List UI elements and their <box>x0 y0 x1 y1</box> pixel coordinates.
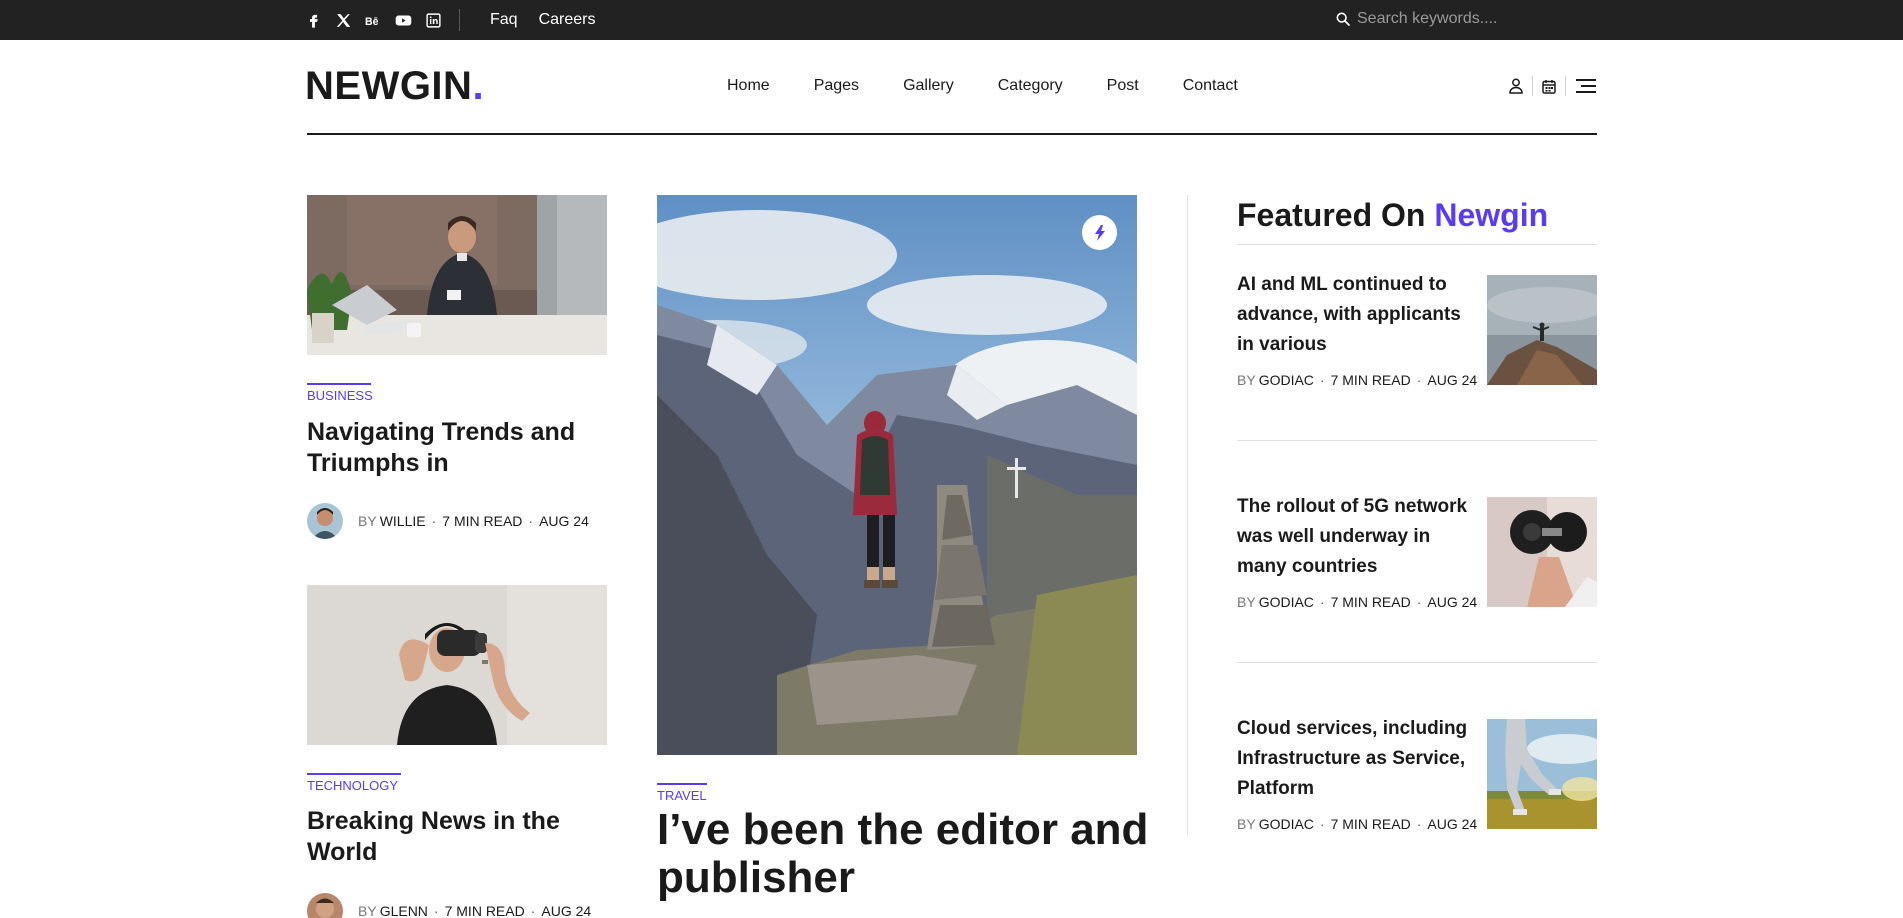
post-meta: BY WILLIE · 7 MIN READ · AUG 24 <box>358 512 589 530</box>
meta-date: AUG 24 <box>1427 594 1478 610</box>
search-icon[interactable] <box>1335 11 1351 27</box>
nav-post[interactable]: Post <box>1107 76 1139 96</box>
meta-read-time: 7 MIN READ <box>1330 372 1411 388</box>
meta-author[interactable]: GODIAC <box>1259 371 1314 389</box>
top-bar: Bē Faq Careers <box>0 0 1903 40</box>
meta-separator: · <box>1416 372 1422 388</box>
meta-read-time: 7 MIN READ <box>442 513 523 529</box>
avatar[interactable] <box>307 503 343 539</box>
featured-item-meta: BY GODIAC · 7 MIN READ · AUG 24 <box>1237 593 1477 611</box>
featured-heading-accent: Newgin <box>1434 197 1549 233</box>
post-category-business[interactable]: BUSINESS <box>307 383 373 404</box>
category-underline <box>307 773 401 775</box>
meta-by: BY <box>1237 594 1256 610</box>
meta-by: BY <box>1237 816 1256 832</box>
column-divider <box>1187 195 1188 835</box>
logo-dot: . <box>472 64 485 108</box>
meta-read-time: 7 MIN READ <box>1330 816 1411 832</box>
nav-category[interactable]: Category <box>998 76 1063 96</box>
post-title[interactable]: Navigating Trends and Triumphs in <box>307 417 607 479</box>
featured-item-divider <box>1237 662 1597 663</box>
menu-icon[interactable] <box>1574 77 1598 95</box>
meta-read-time: 7 MIN READ <box>1330 594 1411 610</box>
youtube-icon[interactable] <box>395 12 412 29</box>
social-links: Bē <box>305 11 442 29</box>
logo-text: NEWGIN <box>305 64 473 108</box>
meta-date: AUG 24 <box>539 513 589 529</box>
meta-separator: · <box>1416 816 1422 832</box>
meta-by: BY <box>358 903 377 918</box>
meta-separator: · <box>1416 594 1422 610</box>
category-label: TECHNOLOGY <box>307 778 399 793</box>
featured-item-divider <box>1237 440 1597 441</box>
header-icon-divider <box>1532 76 1533 96</box>
post-thumbnail-business[interactable] <box>307 195 607 355</box>
flash-icon[interactable] <box>1082 215 1117 250</box>
featured-heading-prefix: Featured On <box>1237 197 1426 233</box>
nav-home[interactable]: Home <box>727 76 770 96</box>
header-icon-divider <box>1565 76 1566 96</box>
featured-item-thumbnail[interactable] <box>1487 275 1597 385</box>
category-label: BUSINESS <box>307 388 373 403</box>
meta-separator: · <box>431 513 437 529</box>
meta-separator: · <box>433 903 439 918</box>
avatar[interactable] <box>307 893 343 918</box>
hero-image[interactable] <box>657 195 1137 755</box>
topbar-divider <box>459 9 460 31</box>
meta-author[interactable]: GODIAC <box>1259 593 1314 611</box>
post-thumbnail-technology[interactable] <box>307 585 607 745</box>
header-divider <box>307 133 1597 135</box>
nav-gallery[interactable]: Gallery <box>903 76 954 96</box>
linkedin-icon[interactable] <box>425 12 442 29</box>
post-category-travel[interactable]: TRAVEL <box>657 783 707 804</box>
featured-item-meta: BY GODIAC · 7 MIN READ · AUG 24 <box>1237 815 1477 833</box>
user-icon[interactable] <box>1508 77 1524 95</box>
topbar-search <box>1335 10 1527 28</box>
facebook-icon[interactable] <box>305 12 322 29</box>
x-icon[interactable] <box>335 12 352 29</box>
meta-date: AUG 24 <box>1427 372 1478 388</box>
calendar-icon[interactable] <box>1541 77 1557 95</box>
meta-separator: · <box>1319 594 1325 610</box>
category-underline <box>657 783 707 785</box>
featured-item-title[interactable]: The rollout of 5G network was well under… <box>1237 492 1477 582</box>
main-nav: Home Pages Gallery Category Post Contact <box>727 76 1282 96</box>
hero-title[interactable]: I’ve been the editor and publisher <box>657 806 1157 902</box>
meta-read-time: 7 MIN READ <box>444 903 525 918</box>
featured-item-thumbnail[interactable] <box>1487 497 1597 607</box>
meta-by: BY <box>358 513 377 529</box>
post-category-technology[interactable]: TECHNOLOGY <box>307 773 401 794</box>
featured-item-title[interactable]: AI and ML continued to advance, with app… <box>1237 270 1477 360</box>
site-logo[interactable]: NEWGIN. <box>305 62 484 110</box>
topbar-links: Faq Careers <box>490 10 595 30</box>
meta-separator: · <box>1319 372 1325 388</box>
featured-item-thumbnail[interactable] <box>1487 719 1597 829</box>
behance-icon[interactable]: Bē <box>365 12 382 29</box>
featured-item-title[interactable]: Cloud services, including Infrastructure… <box>1237 714 1477 804</box>
post-title[interactable]: Breaking News in the World <box>307 806 607 868</box>
meta-author[interactable]: GODIAC <box>1259 815 1314 833</box>
meta-by: BY <box>1237 372 1256 388</box>
meta-author[interactable]: WILLIE <box>380 512 426 530</box>
meta-author[interactable]: GLENN <box>380 902 428 918</box>
meta-date: AUG 24 <box>541 903 592 918</box>
featured-heading: Featured On Newgin <box>1237 195 1548 235</box>
category-label: TRAVEL <box>657 788 707 803</box>
post-meta: BY GLENN · 7 MIN READ · AUG 24 <box>358 902 591 918</box>
meta-date: AUG 24 <box>1427 816 1478 832</box>
meta-separator: · <box>528 513 534 529</box>
header-icons <box>1508 76 1598 96</box>
category-underline <box>307 383 371 385</box>
featured-divider <box>1237 244 1597 245</box>
search-input[interactable] <box>1357 10 1527 28</box>
faq-link[interactable]: Faq <box>490 10 518 30</box>
meta-separator: · <box>530 903 536 918</box>
careers-link[interactable]: Careers <box>539 10 596 30</box>
nav-pages[interactable]: Pages <box>814 76 859 96</box>
featured-item-meta: BY GODIAC · 7 MIN READ · AUG 24 <box>1237 371 1477 389</box>
svg-text:Bē: Bē <box>365 15 379 27</box>
nav-contact[interactable]: Contact <box>1183 76 1238 96</box>
meta-separator: · <box>1319 816 1325 832</box>
